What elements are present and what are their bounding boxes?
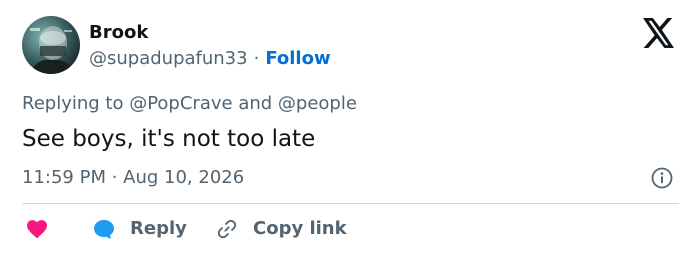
reply-label: Reply — [130, 218, 187, 239]
copy-link-button[interactable]: Copy link — [215, 218, 347, 240]
mention-popcrave[interactable]: @PopCrave — [129, 93, 232, 114]
reply-button[interactable]: Reply — [92, 218, 187, 240]
info-icon[interactable] — [651, 167, 673, 189]
reply-context: Replying to @PopCrave and @people — [22, 93, 357, 115]
reply-bubble-icon — [94, 220, 114, 239]
separator-dot: · — [253, 48, 260, 69]
tweet-text: See boys, it's not too late — [22, 126, 316, 152]
follow-button[interactable]: Follow — [265, 48, 330, 69]
copy-link-label: Copy link — [253, 218, 347, 239]
embedded-tweet-card: Brook @supadupafun33 · Follow Replying to … — [0, 0, 700, 256]
tweet-timestamp[interactable]: 11:59 PM · Aug 10, 2026 — [22, 167, 244, 189]
x-logo-icon[interactable] — [642, 18, 676, 48]
action-divider — [22, 203, 679, 204]
heart-icon[interactable] — [26, 219, 48, 239]
mention-people[interactable]: @people — [278, 93, 357, 114]
link-icon — [217, 219, 237, 239]
author-handle[interactable]: @supadupafun33 — [89, 48, 248, 69]
reply-context-prefix: Replying to — [22, 93, 130, 114]
author-name[interactable]: Brook — [89, 22, 148, 44]
reply-context-joiner: and — [232, 93, 278, 114]
author-avatar[interactable] — [22, 16, 80, 74]
author-handle-row: @supadupafun33 · Follow — [89, 48, 331, 70]
